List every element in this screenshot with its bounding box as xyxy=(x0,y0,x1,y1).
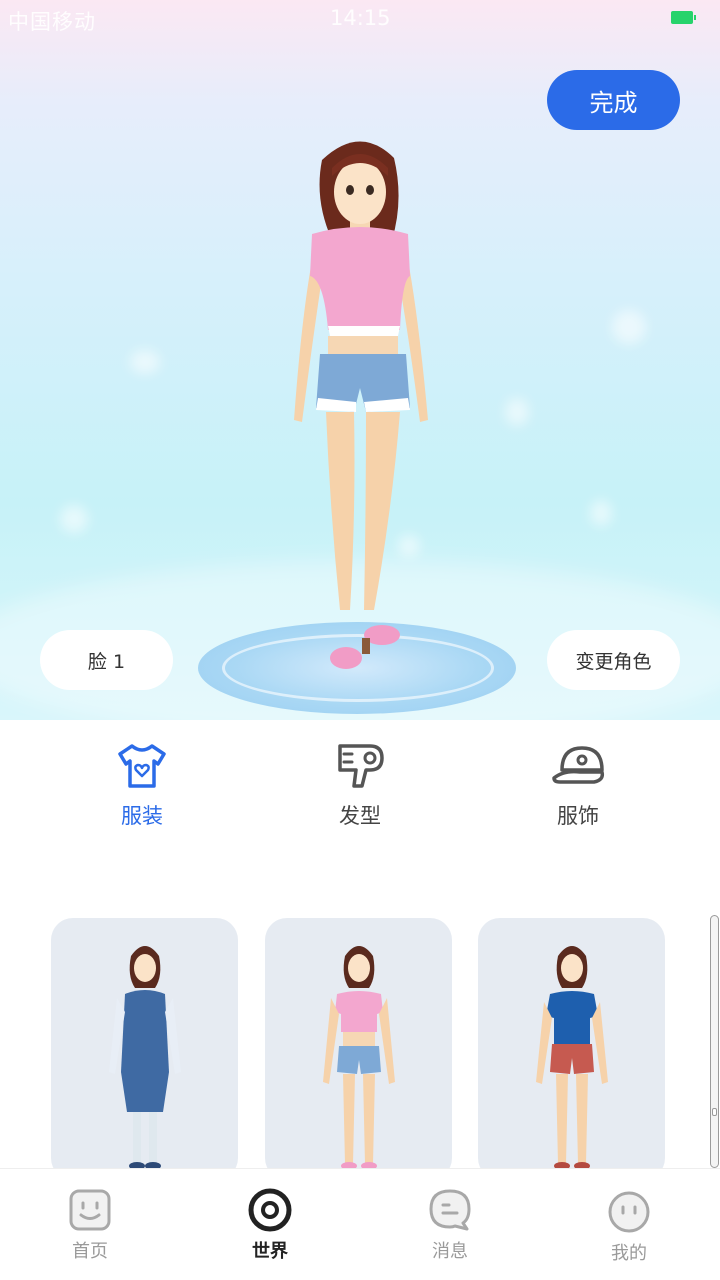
status-bar: 中国移动 14:15 xyxy=(0,0,720,38)
nav-world-label: 世界 xyxy=(252,1241,288,1262)
character-stage[interactable]: 中国移动 14:15 完成 脸 1 变更角色 xyxy=(0,0,720,720)
outfit-scrollbar[interactable] xyxy=(710,915,719,1168)
battery-icon xyxy=(671,11,696,24)
nav-messages-label: 消息 xyxy=(432,1241,468,1262)
profile-face-icon xyxy=(608,1191,650,1233)
tab-accessory[interactable]: 服饰 xyxy=(518,740,638,830)
avatar-editor-screen: 中国移动 14:15 完成 脸 1 变更角色 服装 发型 服饰 首页 世界 消息… xyxy=(0,0,720,1280)
outfit-figure xyxy=(323,946,395,1168)
nav-home-label: 首页 xyxy=(72,1241,108,1262)
tshirt-icon xyxy=(118,744,166,788)
bokeh-light xyxy=(505,398,529,426)
done-button[interactable]: 完成 xyxy=(547,70,680,130)
outfit-card-pink-top[interactable] xyxy=(265,918,452,1168)
carrier-label: 中国移动 xyxy=(8,10,96,34)
message-bubble-icon xyxy=(429,1189,471,1231)
nav-profile-label: 我的 xyxy=(611,1243,647,1264)
outfit-figure xyxy=(536,946,608,1168)
nav-messages[interactable]: 消息 xyxy=(400,1187,500,1263)
tab-hairstyle[interactable]: 发型 xyxy=(300,740,420,830)
hair-dryer-icon xyxy=(338,744,384,788)
home-face-icon xyxy=(69,1189,111,1231)
tab-clothing[interactable]: 服装 xyxy=(82,740,202,830)
cap-icon xyxy=(552,746,605,784)
nav-home[interactable]: 首页 xyxy=(40,1187,140,1263)
clock: 14:15 xyxy=(330,6,391,30)
tab-accessory-label: 服饰 xyxy=(557,804,599,828)
outfit-list xyxy=(0,918,720,1168)
bokeh-light xyxy=(130,350,160,374)
avatar-character[interactable] xyxy=(270,130,450,690)
tab-clothing-label: 服装 xyxy=(121,804,163,828)
bokeh-light xyxy=(612,310,646,344)
bottom-nav: 首页 世界 消息 我的 xyxy=(0,1168,720,1280)
outfit-card-blue-tee[interactable] xyxy=(478,918,665,1168)
outfit-figure xyxy=(109,946,181,1168)
tab-hairstyle-label: 发型 xyxy=(339,804,381,828)
nav-world[interactable]: 世界 xyxy=(220,1187,320,1263)
nav-profile[interactable]: 我的 xyxy=(579,1189,679,1265)
bokeh-light xyxy=(590,500,612,526)
world-ring-icon xyxy=(248,1188,292,1232)
outfit-card-blue-dress[interactable] xyxy=(51,918,238,1168)
change-role-button[interactable]: 变更角色 xyxy=(547,630,680,690)
bokeh-light xyxy=(60,505,88,533)
scrollbar-thumb[interactable] xyxy=(712,1108,717,1116)
face-select-button[interactable]: 脸 1 xyxy=(40,630,173,690)
category-tabs: 服装 发型 服饰 xyxy=(0,720,720,840)
